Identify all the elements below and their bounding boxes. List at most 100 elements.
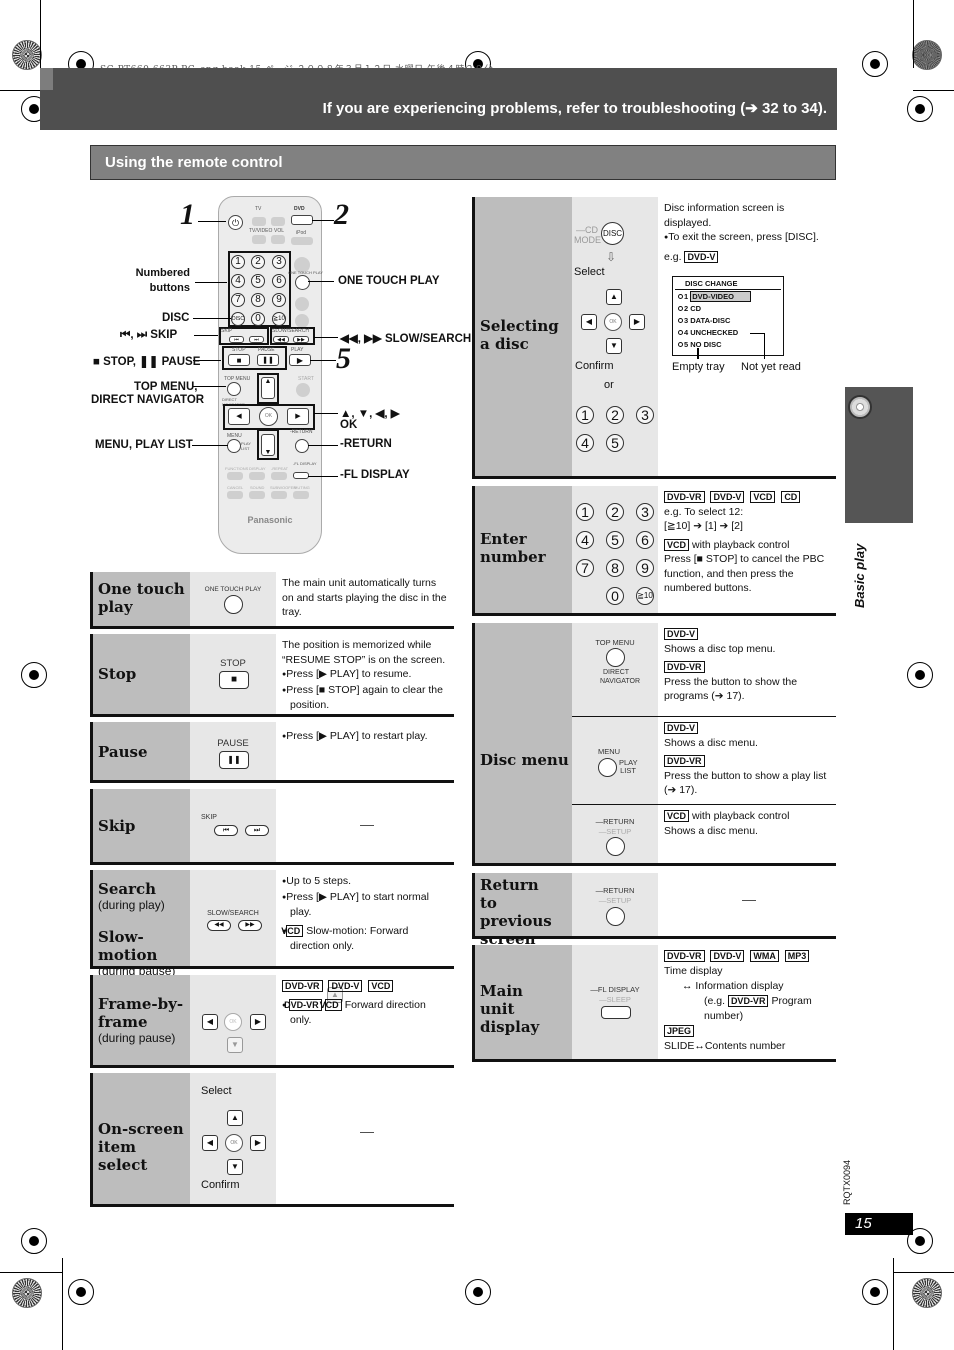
vol-down-button[interactable] [271,235,285,244]
format-tag-line: DVD-VR [664,660,830,675]
key-10-plus: ≧10 [636,587,654,605]
annotation-line [697,348,699,359]
key-0[interactable]: 0 [251,312,265,326]
not-yet-read-note: Not yet read [741,361,801,373]
vol-up-button[interactable] [271,217,285,226]
key-2[interactable]: 2 [251,255,265,269]
pbc-title: with playback control [692,538,790,551]
functions-label: FUNCTIONS [225,466,249,471]
bullet-text: Slow-motion: Forward direction only. [290,924,409,953]
one-touch-play-button[interactable] [295,275,310,290]
up-arrow-button[interactable]: ▲ [261,377,275,399]
tv-power-button[interactable] [252,217,266,226]
play-list-label: PLAY LIST [619,758,638,775]
callout-line [310,360,336,361]
format-tag: DVD-VR [664,491,705,503]
dvd-selector-button[interactable] [291,215,313,225]
return-button[interactable] [295,439,309,453]
troubleshooting-note: If you are experiencing problems, refer … [322,100,827,117]
format-tag: DVD-V [664,628,699,640]
cancel-button[interactable] [227,491,243,499]
play-button[interactable]: ▶ [289,354,311,366]
muting-label: MUTING [294,485,310,490]
tv-video-button[interactable] [252,235,266,244]
confirm-label: Confirm [201,1179,240,1191]
button-label: PAUSE [217,738,249,749]
format-tag: VCD [281,924,304,937]
stop-icon: ■ [219,671,249,689]
key-3[interactable]: 3 [272,255,286,269]
level-button[interactable] [271,491,287,499]
fast-forward-button[interactable]: ▶▶ [293,336,309,343]
disc-button[interactable]: DISC [231,312,245,326]
down-arrow-indicator-icon: ⇩ [606,250,617,264]
skip-prev-button[interactable]: ⏮ [229,336,244,343]
callout-skip: ⏮, ⏭ SKIP [120,329,178,341]
description: Shows a disc menu. [664,824,758,837]
key-8[interactable]: 8 [251,293,265,307]
row-label: Slow-motion (during pause) [98,928,190,978]
format-tag: VCD [368,980,394,992]
row-skip: Skip SKIP ⏮ ⏭ — [90,789,454,865]
rewind-button[interactable]: ◀◀ [273,336,289,343]
format-tags: DVD-VR DVD-V WMA MP3 [664,949,830,964]
key-2: 2 [606,406,624,424]
section-header: Using the remote control [90,145,836,180]
key-5[interactable]: 5 [251,274,265,288]
vol-down-main-button[interactable] [295,314,309,328]
power-button[interactable]: ⏻ [228,215,243,230]
disc-button-icon: DISC [601,222,624,245]
stop-button[interactable]: ■ [228,354,250,366]
ok-icon: OK [224,1013,242,1031]
muting-button[interactable] [293,491,309,499]
fl-display-button[interactable] [293,472,309,479]
key-5: 5 [606,434,624,452]
bullet-item: Up to 5 steps. [282,874,448,890]
pbc-text: Press [■ STOP] to cancel the PBC functio… [664,553,825,594]
down-arrow-button[interactable]: ▼ [261,434,275,456]
key-7[interactable]: 7 [231,293,245,307]
chapter-label: Basic play [852,543,867,608]
key-6[interactable]: 6 [272,274,286,288]
callout-one-touch-play: ONE TOUCH PLAY [338,275,440,287]
start-button[interactable] [296,383,310,397]
format-tags: DVD-VR DVD-V VCD [282,979,448,994]
description: Shows a disc top menu. [664,642,776,655]
disc-slot-3: 3 DATA-DISC [678,316,730,325]
vol-up-main-button[interactable] [295,297,309,311]
step-number: 2 [334,198,349,231]
format-tag: DVD-VR [664,661,705,673]
skip-prev-icon: ⏮ [214,825,238,836]
key-1[interactable]: 1 [231,255,245,269]
key-9[interactable]: 9 [272,293,286,307]
key-1: 1 [576,406,594,424]
direct-navigator-label: DIRECT NAVIGATOR [600,669,641,685]
left-arrow-button[interactable]: ◀ [228,408,250,425]
registration-mark [907,96,933,122]
sound-button[interactable] [249,491,265,499]
repeat-button[interactable] [271,472,287,480]
ok-button[interactable]: OK [259,407,278,426]
repeat-label: -REPEAT [271,466,289,471]
callout-line [308,476,338,477]
key-0: 0 [606,587,624,605]
play-list-label: PLAY LIST [241,441,251,451]
callout-line [312,220,334,221]
key-10-plus[interactable]: ≧10 [272,312,286,326]
sleep-label: —SLEEP [599,995,631,1004]
right-arrow-icon: ▶ [629,314,645,330]
top-menu-button[interactable] [227,382,241,396]
skip-next-button[interactable]: ⏭ [249,336,264,343]
menu-button[interactable] [227,439,241,453]
pause-button[interactable]: ❚❚ [257,354,279,366]
right-arrow-button[interactable]: ▶ [287,408,309,425]
display-button[interactable] [249,472,265,480]
select-label: Select [574,266,605,278]
example-label: e.g. [664,250,682,263]
ipod-button[interactable] [291,237,313,245]
format-tag: VCD [750,491,776,503]
functions-button[interactable] [227,472,243,480]
key-4[interactable]: 4 [231,274,245,288]
up-arrow-icon: ▲ [227,1110,243,1126]
up-arrow-icon: ▲ [606,289,622,305]
